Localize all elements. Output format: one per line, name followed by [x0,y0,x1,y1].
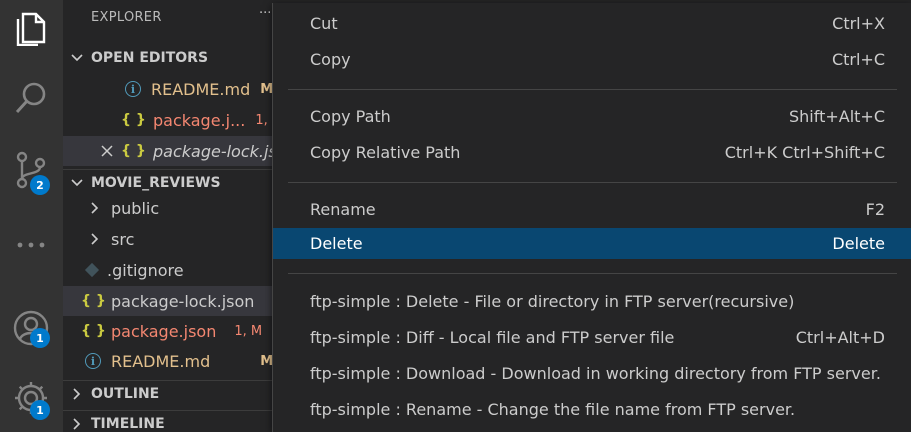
explorer-title: EXPLORER [91,10,162,25]
file-name: package.json [111,321,217,341]
explorer-more-icon[interactable]: ··· [259,6,271,21]
chevron-down-icon [69,179,85,187]
folder-name: src [111,229,135,249]
explorer-panel: EXPLORER ··· OPEN EDITORS i README.md M … [63,0,273,432]
timeline-label: TIMELINE [91,416,165,432]
open-editors-header[interactable]: OPEN EDITORS [63,45,273,71]
timeline-header[interactable]: TIMELINE [63,410,273,432]
info-file-icon: i [125,81,141,97]
menu-item-copy[interactable]: Copy Ctrl+C [273,44,911,75]
menu-item-label: ftp-simple : Download - Download in work… [310,364,881,383]
chevron-right-icon [69,418,85,430]
files-icon[interactable] [9,5,53,49]
chevron-down-icon [69,54,85,62]
outline-header[interactable]: OUTLINE [63,380,273,407]
json-file-icon: { } [81,293,106,309]
json-file-icon: { } [121,143,146,159]
open-editor-name: README.md [151,79,251,99]
menu-item-label: Rename [310,200,376,219]
open-editor-item[interactable]: { } package.j... 1, M [63,105,273,135]
open-editor-name: package-lock.js [153,141,273,161]
folder-name: public [111,198,160,218]
search-icon[interactable] [9,76,53,120]
folder-item[interactable]: src [63,224,273,254]
menu-item-rename[interactable]: Rename F2 [273,194,911,225]
accounts-badge: 1 [30,328,50,348]
menu-item-copy-relative-path[interactable]: Copy Relative Path Ctrl+K Ctrl+Shift+C [273,137,911,168]
menu-item-ftp-rename[interactable]: ftp-simple : Rename - Change the file na… [273,394,911,425]
json-file-icon: { } [121,112,146,128]
git-file-icon [84,262,100,278]
file-item[interactable]: i README.md M [63,346,273,376]
info-file-icon: i [85,353,101,369]
menu-item-ftp-diff[interactable]: ftp-simple : Diff - Local file and FTP s… [273,322,911,353]
project-header[interactable]: MOVIE_REVIEWS [63,169,273,196]
chevron-right-icon [87,233,103,245]
menu-item-shortcut: Ctrl+K Ctrl+Shift+C [724,143,885,162]
menu-item-shortcut: Delete [832,234,885,253]
menu-item-label: Copy [310,50,351,69]
file-status: 1, M [234,323,263,339]
menu-item-shortcut: Ctrl+C [831,50,885,69]
menu-item-ftp-download[interactable]: ftp-simple : Download - Download in work… [273,358,911,389]
menu-item-label: ftp-simple : Diff - Local file and FTP s… [310,328,675,347]
open-editors-label: OPEN EDITORS [91,50,209,66]
folder-item[interactable]: public [63,193,273,223]
menu-item-cut[interactable]: Cut Ctrl+X [273,8,911,39]
file-name: .gitignore [107,260,184,280]
menu-item-shortcut: Shift+Alt+C [788,107,885,126]
menu-item-shortcut: Ctrl+Alt+D [795,328,885,347]
chevron-right-icon [69,388,85,400]
open-editor-item[interactable]: { } package-lock.js [63,136,273,166]
context-menu: Cut Ctrl+X Copy Ctrl+C Copy Path Shift+A… [272,3,911,432]
menu-item-label: Copy Path [310,107,391,126]
settings-badge: 1 [30,400,50,420]
menu-item-label: Delete [310,234,363,253]
project-label: MOVIE_REVIEWS [91,175,221,191]
outline-label: OUTLINE [91,386,160,402]
activity-bar: 2 1 1 [0,0,63,432]
menu-item-label: Copy Relative Path [310,143,461,162]
open-editor-status: 1, M [255,112,273,128]
file-item[interactable]: .gitignore [63,255,273,285]
menu-separator [288,273,897,274]
file-item[interactable]: { } package.json 1, M [63,316,273,346]
menu-item-shortcut: Ctrl+X [832,14,885,33]
chevron-right-icon [87,202,103,214]
menu-item-copy-path[interactable]: Copy Path Shift+Alt+C [273,101,911,132]
file-name: package-lock.json [111,291,255,311]
more-icon[interactable] [9,223,53,267]
menu-item-label: ftp-simple : Rename - Change the file na… [310,400,796,419]
file-item-selected[interactable]: { } package-lock.json [63,286,273,316]
menu-item-label: ftp-simple : Delete - File or directory … [310,292,795,311]
menu-item-delete[interactable]: Delete Delete [273,228,911,259]
menu-separator [288,182,897,183]
menu-item-ftp-delete[interactable]: ftp-simple : Delete - File or directory … [273,286,911,317]
source-control-badge: 2 [30,175,50,195]
json-file-icon: { } [81,323,106,339]
close-icon[interactable] [101,145,115,157]
menu-separator [288,89,897,90]
file-name: README.md [111,351,211,371]
menu-item-shortcut: F2 [865,200,885,219]
open-editor-name: package.j... [153,110,246,130]
menu-item-label: Cut [310,14,338,33]
open-editor-item[interactable]: i README.md M [63,74,273,104]
